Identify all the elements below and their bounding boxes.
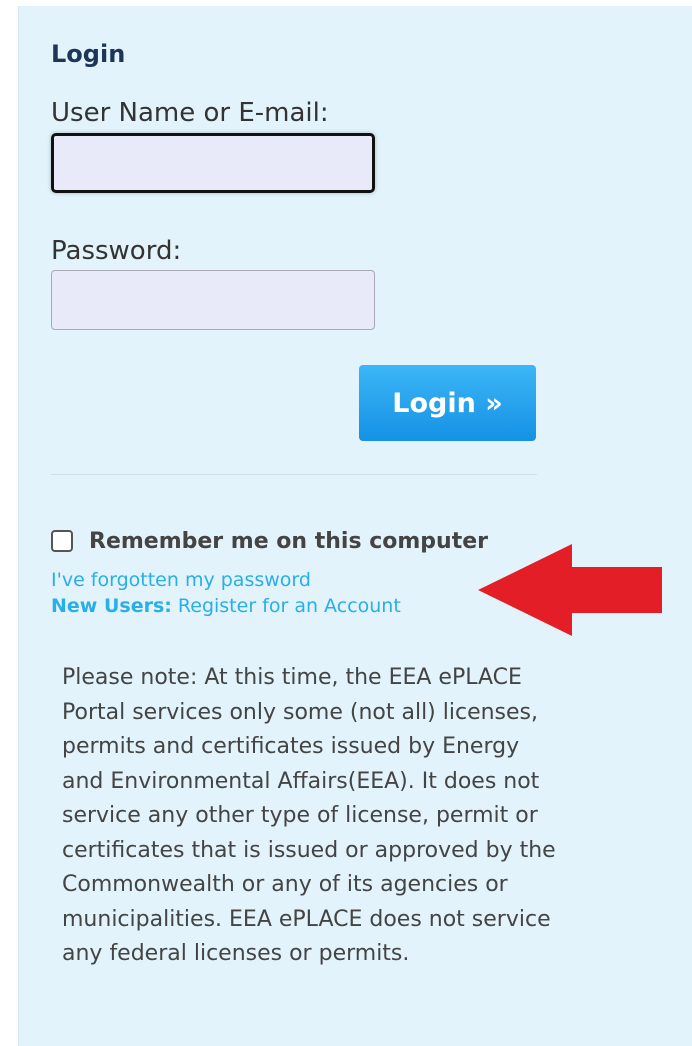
register-row: New Users: Register for an Account — [51, 595, 401, 617]
forgot-password-link[interactable]: I've forgotten my password — [51, 569, 311, 591]
remember-me-label: Remember me on this computer — [89, 528, 488, 554]
login-panel: Login User Name or E-mail: Password: Log… — [18, 6, 692, 1046]
portal-note: Please note: At this time, the EEA ePLAC… — [62, 665, 556, 966]
username-label: User Name or E-mail: — [51, 98, 329, 128]
divider — [51, 474, 537, 475]
username-input[interactable] — [51, 133, 375, 193]
password-label: Password: — [51, 236, 182, 266]
remember-me-row[interactable]: Remember me on this computer — [51, 527, 488, 555]
register-link[interactable]: Register for an Account — [178, 595, 401, 617]
red-arrow-left-icon — [478, 544, 662, 636]
password-input[interactable] — [51, 270, 375, 330]
login-title: Login — [51, 40, 126, 68]
remember-me-checkbox[interactable] — [51, 530, 73, 552]
new-users-label: New Users: — [51, 595, 172, 617]
login-button[interactable]: Login » — [359, 365, 536, 441]
